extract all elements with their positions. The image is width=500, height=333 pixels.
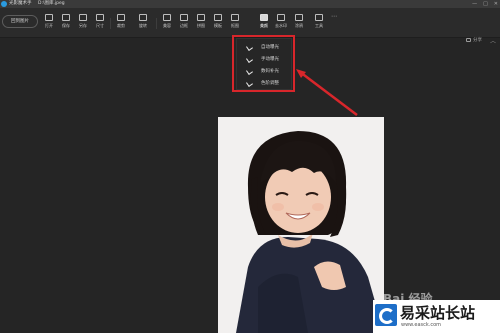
site-watermark: 易采站长站 www.easck.com: [373, 300, 500, 333]
site-name: 易采站长站: [400, 304, 476, 322]
site-url: www.easck.com: [401, 322, 442, 328]
child-photo: [218, 117, 384, 333]
site-logo-icon: [375, 304, 397, 326]
photo-canvas: [218, 117, 384, 333]
